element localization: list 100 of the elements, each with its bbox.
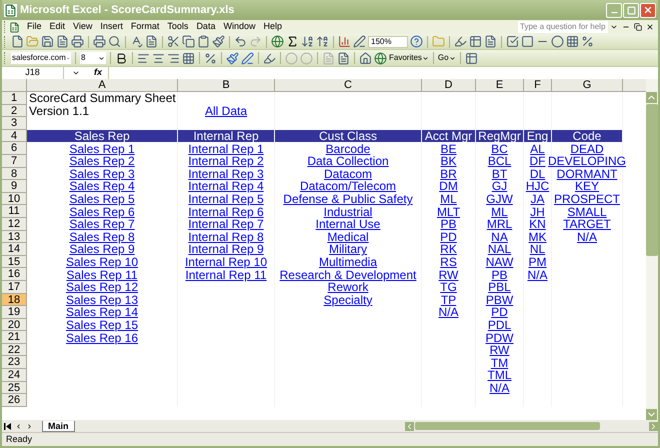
hyperlink[interactable]: N/A [527, 268, 548, 281]
hyperlink[interactable]: Internal Rep 6 [188, 206, 264, 218]
center-icon[interactable] [152, 52, 165, 64]
row-header[interactable]: 7 [2, 154, 27, 168]
row-header[interactable]: 11 [2, 205, 27, 218]
hyperlink[interactable]: Sales Rep 10 [66, 256, 138, 268]
merge-icon[interactable] [182, 52, 195, 64]
hyperlink[interactable]: HJC [526, 180, 550, 192]
horizontal-scrollbar-thumb[interactable] [414, 422, 600, 430]
row-header[interactable]: 2 [2, 104, 27, 118]
next-sheet-icon[interactable] [26, 422, 33, 430]
hyperlink[interactable]: PD [440, 230, 457, 243]
hyperlink[interactable]: Sales Rep 8 [69, 230, 135, 243]
hyperlink[interactable]: TG [440, 281, 457, 294]
row-header[interactable]: 15 [2, 256, 27, 268]
hyperlink[interactable]: N/A [438, 306, 458, 318]
hyperlink[interactable]: Rework [328, 281, 368, 294]
cut-icon[interactable] [167, 35, 180, 48]
hyperlink[interactable]: KN [529, 218, 546, 230]
hyperlink[interactable]: DEVELOPING [548, 155, 626, 168]
hyperlink[interactable]: PBL [488, 281, 511, 294]
hyperlink[interactable]: Internal Rep 1 [188, 142, 264, 155]
close-button[interactable] [640, 2, 656, 18]
hyperlink-icon[interactable] [271, 35, 284, 48]
autosum-icon[interactable] [286, 35, 299, 48]
checkbox-icon[interactable] [506, 35, 519, 48]
hyperlink[interactable]: DORMANT [556, 168, 618, 180]
preview-icon[interactable] [108, 35, 121, 48]
row-header[interactable]: 17 [2, 280, 27, 294]
hyperlink[interactable]: Sales Rep 4 [69, 180, 135, 192]
column-header[interactable]: E [476, 79, 524, 91]
hyperlink[interactable]: MK [528, 230, 546, 243]
hyperlink[interactable]: Specialty [324, 294, 372, 306]
hyperlink[interactable]: RW [490, 344, 510, 356]
dropdown-icon[interactable] [610, 23, 618, 31]
hyperlink[interactable]: JA [530, 193, 544, 206]
hyperlink[interactable]: All Data [204, 104, 248, 117]
hyperlink[interactable]: NL [530, 243, 546, 256]
copy-icon[interactable] [182, 35, 195, 48]
hyperlink[interactable]: GJW [486, 193, 513, 206]
help-icon[interactable] [410, 35, 423, 48]
hyperlink[interactable]: Military [329, 243, 367, 256]
row-header[interactable]: 8 [2, 168, 27, 180]
hyperlink[interactable]: Multimedia [318, 256, 378, 268]
row-header[interactable]: 16 [2, 268, 27, 281]
hyperlink[interactable]: Data Collection [307, 155, 389, 168]
menu-item[interactable]: Format [126, 20, 164, 34]
hyperlink[interactable]: Internal Rep 8 [188, 230, 264, 243]
hyperlink[interactable]: PB [440, 218, 456, 230]
hyperlink[interactable]: Internal Rep 9 [188, 243, 264, 256]
menu-item[interactable]: Tools [163, 20, 192, 34]
hyperlink[interactable]: Datacom [324, 168, 372, 180]
go-menu[interactable]: Go [438, 52, 456, 64]
hyperlink[interactable]: Sales Rep 5 [69, 193, 135, 206]
hyperlink[interactable]: Sales Rep 2 [69, 155, 135, 168]
hyperlink[interactable]: N/A [576, 230, 597, 243]
hyperlink[interactable]: Internal Rep 4 [188, 180, 264, 192]
row-header[interactable]: 18 [2, 294, 27, 306]
column-header[interactable]: A [27, 79, 178, 91]
hyperlink[interactable]: DF [530, 155, 546, 168]
restore-icon[interactable] [634, 23, 642, 31]
hyperlink[interactable]: N/A [489, 382, 510, 394]
scrollbar-thumb[interactable] [646, 104, 658, 256]
hyperlink[interactable]: TARGET [563, 218, 611, 230]
row-header[interactable]: 4 [2, 130, 27, 142]
row-header[interactable]: 10 [2, 192, 27, 206]
hyperlink[interactable]: PDW [486, 332, 514, 344]
align-right-icon[interactable] [167, 52, 180, 64]
hyperlink[interactable]: Internal Rep 11 [185, 268, 267, 281]
hyperlink[interactable]: NA [491, 230, 508, 243]
sort-descending-icon[interactable] [316, 35, 329, 48]
close-icon[interactable] [646, 23, 654, 31]
column-header[interactable]: G [552, 79, 623, 91]
hyperlink[interactable]: Medical [327, 230, 369, 243]
document-icon[interactable] [9, 22, 20, 32]
favorites-menu[interactable]: Favorites [389, 52, 429, 64]
hyperlink[interactable]: Internal Rep 7 [188, 218, 264, 230]
hyperlink[interactable]: DEAD [570, 142, 604, 155]
hyperlink[interactable]: PROSPECT [554, 193, 620, 206]
hyperlink[interactable]: DL [530, 168, 546, 180]
undo-icon[interactable] [234, 35, 247, 48]
hyperlink[interactable]: BCL [488, 155, 512, 168]
save-icon[interactable] [41, 35, 54, 48]
hyperlink[interactable]: BR [440, 168, 457, 180]
hyperlink[interactable]: NAL [488, 243, 512, 256]
hyperlink[interactable]: PB [491, 268, 508, 281]
hyperlink[interactable]: Research & Development [280, 268, 416, 281]
row-header[interactable]: 19 [2, 306, 27, 319]
hyperlink[interactable]: Internal Rep 2 [188, 155, 264, 168]
hyperlink[interactable]: PM [528, 256, 546, 268]
menu-item[interactable]: Data [192, 20, 220, 34]
first-sheet-icon[interactable] [4, 422, 11, 430]
zoom-field[interactable]: 150% [368, 36, 408, 48]
row-header[interactable]: 6 [2, 142, 27, 155]
hyperlink[interactable]: TP [440, 294, 456, 306]
row-header[interactable]: 23 [2, 356, 27, 370]
drawing-icon[interactable] [353, 35, 366, 48]
menu-item[interactable]: Help [259, 20, 286, 34]
chart-icon[interactable] [338, 35, 351, 48]
row-header[interactable]: 9 [2, 180, 27, 193]
